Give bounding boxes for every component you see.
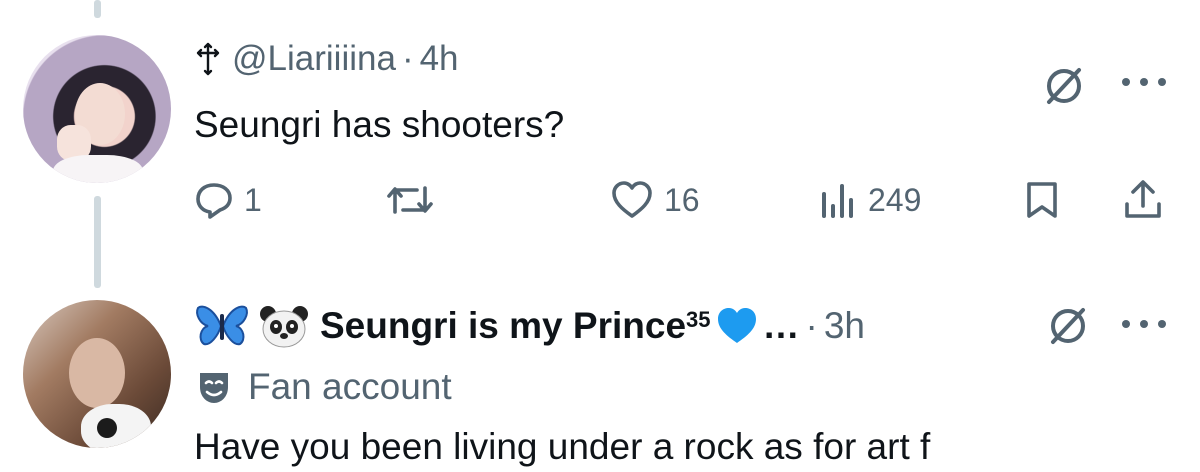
view-count: 249	[868, 181, 922, 218]
blue-heart-emoji	[715, 305, 759, 347]
like-button[interactable]: 16	[610, 178, 700, 222]
tweet-time[interactable]: 4h	[420, 39, 459, 79]
cross-icon	[194, 42, 222, 76]
thread-line-top	[94, 0, 101, 18]
thread-line-middle	[94, 196, 101, 288]
display-name[interactable]: Seungri is my Prince	[320, 305, 686, 347]
user-handle[interactable]: @Liariiiina	[232, 39, 396, 79]
bookmark-icon[interactable]	[1024, 180, 1060, 220]
views-icon	[818, 180, 858, 220]
panda-emoji	[258, 302, 310, 350]
more-icon[interactable]	[1118, 74, 1170, 90]
more-icon[interactable]	[1118, 316, 1170, 332]
grok-icon[interactable]	[1046, 304, 1090, 348]
tweet-time[interactable]: 3h	[824, 305, 865, 347]
reply-button[interactable]: 1	[194, 178, 262, 222]
fan-account-text: Fan account	[248, 366, 452, 407]
avatar[interactable]	[23, 35, 171, 183]
name-superscript: 35	[686, 307, 711, 332]
avatar[interactable]	[23, 300, 171, 448]
avatar-plush-ear	[97, 418, 117, 438]
avatar-face	[69, 338, 125, 408]
grok-icon[interactable]	[1042, 64, 1086, 108]
butterfly-emoji	[194, 302, 250, 350]
like-icon	[610, 180, 654, 220]
like-count: 16	[664, 181, 700, 218]
avatar-collar	[53, 155, 143, 183]
tweet-2-header: Seungri is my Prince 35 … · 3h	[194, 298, 865, 354]
tweet-text: Have you been living under a rock as for…	[194, 426, 931, 467]
retweet-icon	[385, 180, 435, 220]
tweet-text: Seungri has shooters?	[194, 104, 565, 145]
reply-icon	[194, 180, 234, 220]
time-separator: ·	[401, 39, 414, 78]
views-button[interactable]: 249	[818, 178, 921, 222]
theater-mask-icon	[194, 367, 234, 407]
tweet-1-header: @Liariiiina · 4h	[194, 34, 459, 84]
name-ellipsis: …	[762, 305, 800, 346]
time-separator: ·	[805, 305, 818, 346]
fan-account-label: Fan account	[194, 362, 452, 412]
retweet-button[interactable]	[385, 178, 435, 222]
reply-count: 1	[244, 181, 262, 218]
share-icon[interactable]	[1122, 178, 1164, 220]
